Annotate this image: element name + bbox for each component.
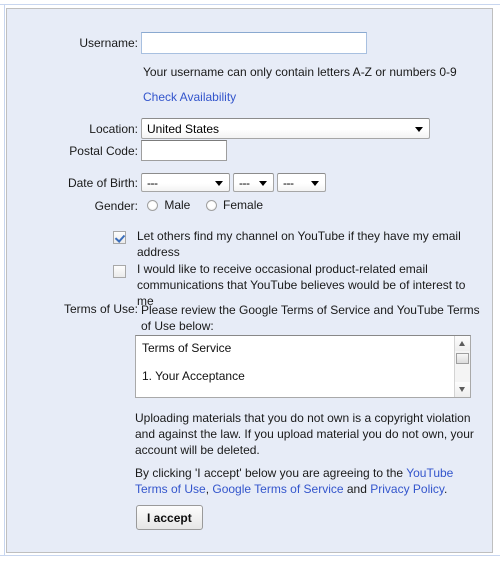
terms-scroll-box[interactable]: Terms of Service 1. Your Acceptance [135, 335, 471, 398]
radio-circle-icon [147, 199, 158, 211]
scrollbar-thumb[interactable] [456, 353, 469, 364]
gender-radio-male[interactable]: Male [147, 198, 190, 212]
chevron-down-icon [311, 180, 319, 186]
username-hint-text: Your username can only contain letters A… [143, 65, 457, 79]
radio-circle-icon [205, 199, 217, 211]
chevron-down-icon [259, 180, 267, 186]
arrow-up-icon [459, 341, 465, 346]
privacy-policy-link[interactable]: Privacy Policy [370, 482, 444, 496]
gender-radio-female[interactable]: Female [205, 197, 264, 212]
chevron-down-icon [215, 180, 223, 186]
dob-month-select[interactable]: --- [141, 173, 230, 192]
accept-notice-sep2: and [343, 482, 371, 496]
username-label: Username: [79, 36, 138, 50]
terms-scroll-heading: Terms of Service [142, 341, 232, 355]
dob-day-select[interactable]: --- [233, 173, 274, 192]
checkbox-find-channel-label: Let others find my channel on YouTube if… [137, 229, 461, 259]
accept-notice-suffix: . [444, 482, 448, 496]
check-availability-link[interactable]: Check Availability [143, 90, 236, 104]
location-select-value: United States [147, 122, 220, 136]
chevron-down-icon [415, 126, 423, 132]
scroll-down-button[interactable] [455, 382, 470, 397]
terms-intro-text: Please review the Google Terms of Servic… [141, 303, 480, 333]
frame-left-edge [0, 0, 5, 561]
terms-scroll-content: Terms of Service 1. Your Acceptance [142, 341, 442, 383]
location-label: Location: [89, 122, 138, 136]
frame-bottom-edge [0, 555, 500, 561]
google-terms-of-service-link[interactable]: Google Terms of Service [212, 482, 343, 496]
terms-scroll-clause: 1. Your Acceptance [142, 369, 245, 383]
frame-right-edge [496, 0, 500, 561]
copyright-notice-text: Uploading materials that you do not own … [135, 411, 474, 457]
checkbox-marketing-email[interactable] [113, 265, 126, 278]
location-select[interactable]: United States [141, 118, 430, 139]
gender-radio-female-label: Female [223, 197, 264, 212]
frame-top-edge [0, 0, 500, 5]
date-of-birth-label: Date of Birth: [67, 176, 138, 190]
arrow-down-icon [459, 387, 465, 392]
terms-scrollbar[interactable] [454, 336, 470, 397]
dob-day-value: --- [239, 176, 250, 190]
accept-notice-prefix: By clicking 'I accept' below you are agr… [135, 466, 407, 480]
gender-label: Gender: [94, 199, 138, 213]
dob-year-select[interactable]: --- [277, 173, 326, 192]
dob-year-value: --- [283, 176, 294, 190]
i-accept-button[interactable]: I accept [136, 505, 203, 530]
page-frame: Username: Your username can only contain… [0, 0, 500, 561]
signup-form-panel: Username: Your username can only contain… [6, 8, 493, 553]
dob-month-value: --- [147, 176, 158, 190]
checkbox-find-channel[interactable] [113, 231, 126, 244]
username-input[interactable] [141, 32, 367, 54]
gender-radio-male-label: Male [164, 197, 191, 212]
postal-code-label: Postal Code: [69, 144, 138, 158]
accept-notice-text: By clicking 'I accept' below you are agr… [135, 465, 463, 497]
terms-of-use-label: Terms of Use: [63, 302, 138, 316]
scroll-up-button[interactable] [455, 336, 470, 351]
gender-radio-group: Male Female [147, 197, 275, 212]
postal-code-input[interactable] [141, 140, 227, 161]
